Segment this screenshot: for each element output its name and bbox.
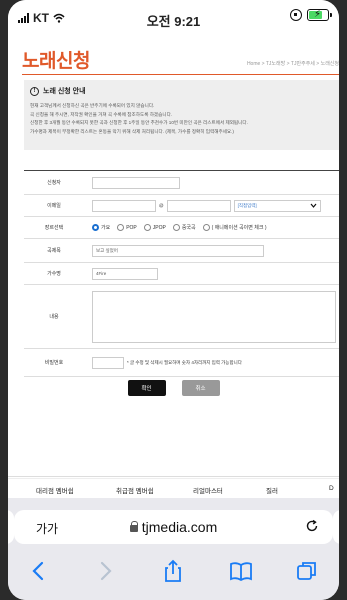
singer-label: 가수명 (47, 271, 61, 277)
email-row: 이메일 @ [직접입력] (24, 195, 339, 217)
notice-line: 신청한 후 3개월 동안 수록되지 못한 곡과 신청한 후 1주일 동안 추천수… (30, 120, 248, 125)
cancel-button[interactable]: 취소 (181, 380, 220, 396)
radio-selected-icon (92, 224, 99, 231)
chevron-down-icon (310, 203, 317, 208)
song-request-form: 신청자 이메일 @ [직접입력] 장르선택 가요 POP JPOP 중국곡 (… (24, 170, 339, 377)
password-row: 비밀번호 * 글 수정 및 삭제시 필요하며 숫자 4자리까지 입력 가능합니다 (24, 349, 339, 377)
singer-row: 가수명 4Fire (24, 263, 339, 285)
anime-check-label: ( 애니메이션 곡이면 체크 ) (211, 225, 267, 231)
genre-label: 장르선택 (44, 225, 64, 231)
footer-link-realmaster[interactable]: 리얼마스터 (193, 485, 223, 495)
info-icon: ! (30, 86, 39, 96)
song-title-input[interactable]: 보고 싶었어 (92, 244, 264, 257)
notice-line: 가수명과 제목이 부정확한 리스트는 혼동을 막기 위해 삭제 처리됩니다. (… (30, 128, 234, 134)
breadcrumb[interactable]: Home > TJ노래방 > TJ만주주세 > 노래신청 (247, 60, 339, 67)
section-divider (8, 476, 339, 477)
email-at-sign: @ (159, 203, 164, 208)
content-label: 내용 (49, 314, 59, 320)
battery-icon: ⚡ (307, 9, 332, 21)
notice-line: 현재 고객님께서 신청하신 곡은 반주기에 수록되어 있지 않습니다. (30, 103, 155, 108)
song-title-label: 곡제목 (47, 248, 61, 254)
phone-screen: KT 오전 9:21 ⚡ 노래신청 Home > TJ노래방 > TJ만주주세 … (8, 0, 339, 600)
radio-icon (143, 224, 151, 231)
footer-link-zillo[interactable]: 질러 (266, 485, 278, 495)
content-row: 내용 (24, 285, 339, 349)
browser-nav-row (8, 556, 339, 586)
email-select-value: [직접입력] (237, 202, 257, 208)
reload-icon[interactable] (305, 519, 319, 533)
password-label: 비밀번호 (44, 360, 64, 366)
radio-icon (117, 224, 125, 231)
share-icon[interactable] (160, 558, 186, 584)
tabs-icon[interactable] (294, 558, 320, 584)
genre-option-label: POP (126, 224, 137, 231)
address-bar[interactable]: 가가 tjmedia.com (14, 510, 333, 544)
applicant-row: 신청자 (24, 171, 339, 195)
genre-row: 장르선택 가요 POP JPOP 중국곡 ( 애니메이션 곡이면 체크 ) (24, 217, 339, 239)
browser-toolbar: 가가 tjmedia.com (8, 498, 339, 600)
song-title-row: 곡제목 보고 싶었어 (24, 239, 339, 263)
notice-box: ! 노래 신청 안내 현재 고객님께서 신청하신 곡은 반주기에 수록되어 있지… (24, 80, 339, 150)
back-icon[interactable] (26, 558, 52, 584)
notice-line: 곡 신청을 해 주시면, 저작권 확인을 거쳐 곡 수록에 참조하도록 하겠습니… (30, 111, 173, 117)
anime-checkbox[interactable]: ( 애니메이션 곡이면 체크 ) (202, 224, 267, 231)
password-note: * 글 수정 및 삭제시 필요하며 숫자 4자리까지 입력 가능합니다 (127, 359, 242, 365)
radio-icon (202, 224, 210, 231)
confirm-button[interactable]: 확인 (127, 380, 166, 396)
rotation-lock-icon (290, 9, 302, 21)
genre-radio-pop[interactable]: POP (117, 224, 137, 231)
url-text: tjmedia.com (141, 519, 218, 535)
singer-input[interactable]: 4Fire (92, 267, 158, 280)
email-label: 이메일 (47, 203, 61, 209)
genre-option-label: 중국곡 (181, 225, 196, 231)
genre-radio-kpop[interactable]: 가요 (92, 224, 110, 231)
email-domain-select[interactable]: [직접입력] (233, 199, 321, 212)
genre-radio-chinese[interactable]: 중국곡 (172, 224, 196, 231)
title-divider (22, 74, 339, 75)
next-tab-edge[interactable] (333, 510, 339, 544)
applicant-label: 신청자 (47, 180, 61, 186)
radio-icon (172, 224, 180, 231)
lock-icon (129, 521, 139, 532)
forward-icon[interactable] (92, 558, 118, 584)
notice-heading: 노래 신청 안내 (43, 88, 86, 95)
footer-link-retailer[interactable]: 취급점 멤버쉽 (116, 485, 154, 495)
content-textarea[interactable] (92, 290, 336, 343)
genre-option-label: 가요 (101, 225, 111, 231)
genre-radio-jpop[interactable]: JPOP (143, 224, 166, 231)
genre-option-label: JPOP (152, 224, 166, 231)
status-bar: KT 오전 9:21 ⚡ (8, 0, 339, 38)
footer-link-more[interactable]: D (329, 485, 334, 492)
footer-link-dealer[interactable]: 대리점 멤버쉽 (36, 485, 74, 495)
form-buttons: 확인 취소 (8, 380, 339, 396)
email-id-input[interactable] (92, 199, 156, 212)
password-input[interactable] (92, 356, 124, 369)
applicant-input[interactable] (92, 176, 180, 189)
footer-nav: 대리점 멤버쉽 취급점 멤버쉽 리얼마스터 질러 D (8, 478, 339, 498)
page-title: 노래신청 (22, 51, 90, 72)
email-domain-input[interactable] (166, 199, 231, 212)
bookmarks-icon[interactable] (228, 558, 254, 584)
web-page: 노래신청 Home > TJ노래방 > TJ만주주세 > 노래신청 ! 노래 신… (8, 38, 339, 478)
